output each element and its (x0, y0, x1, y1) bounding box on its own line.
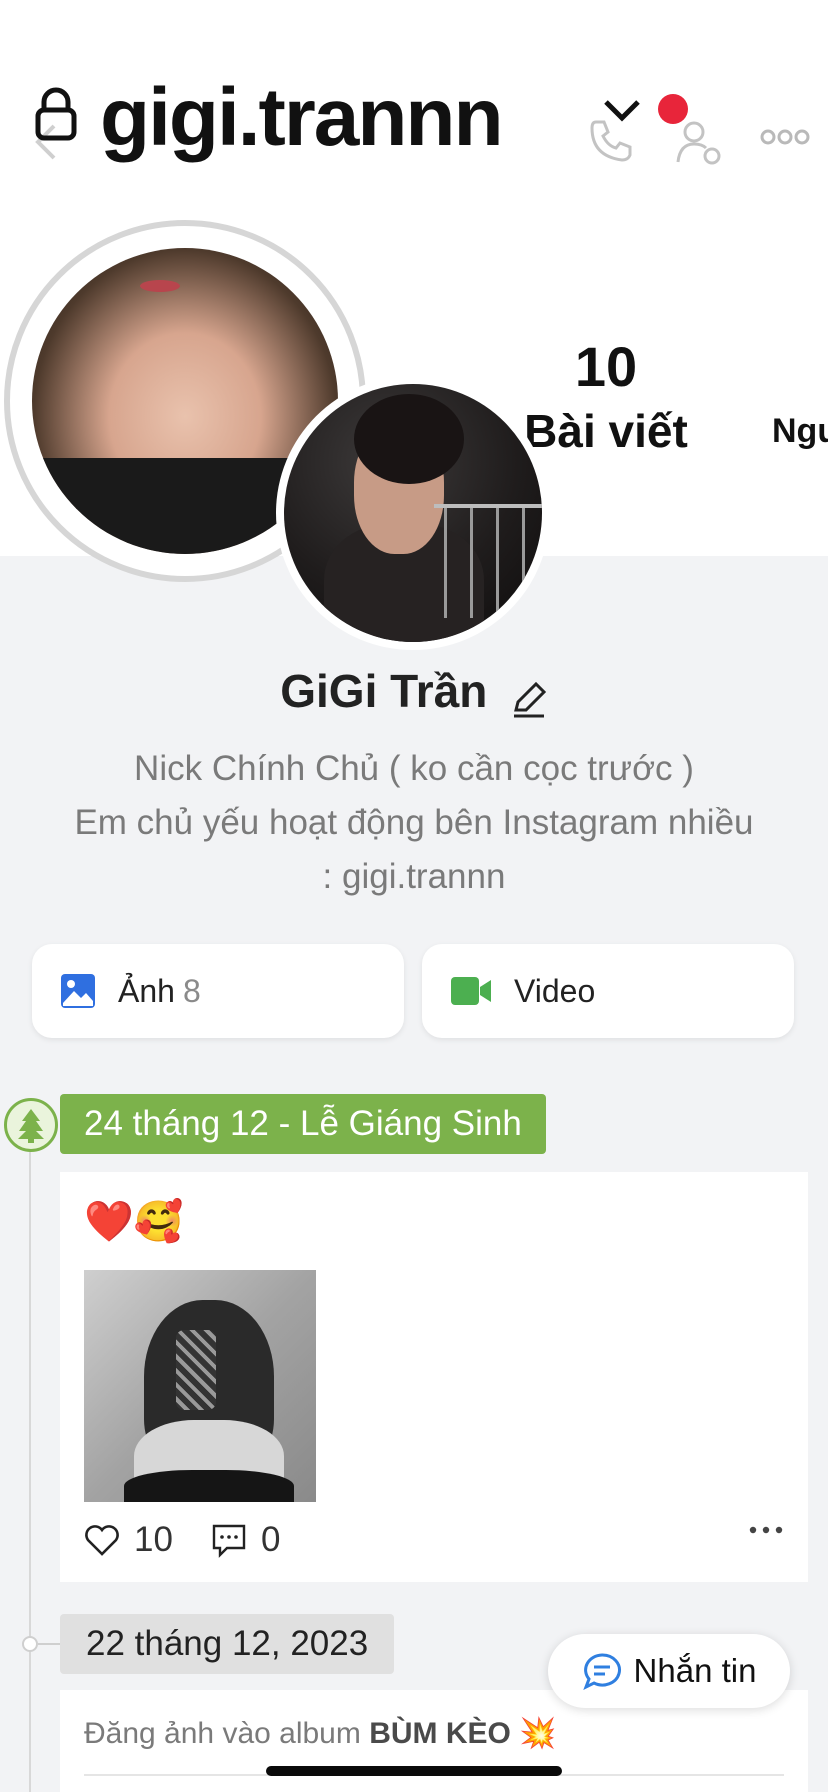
video-icon (451, 977, 491, 1005)
timeline-line (29, 1120, 31, 1792)
bio-line: Em chủ yếu hoạt động bên Instagram nhiều (74, 803, 754, 842)
videos-button[interactable]: Video (422, 944, 794, 1038)
event-label: 24 tháng 12 - Lễ Giáng Sinh (60, 1094, 546, 1154)
post-actions: 10 0 (84, 1518, 784, 1562)
timeline-connector (38, 1643, 60, 1645)
bio-line: Nick Chính Chủ ( ko cần cọc trước ) (134, 749, 694, 788)
timeline-dot (22, 1636, 38, 1652)
home-indicator (266, 1766, 562, 1776)
message-button[interactable]: Nhắn tin (548, 1634, 790, 1708)
videos-label: Video (514, 972, 596, 1009)
profile-name-row: GiGi Trần (0, 664, 828, 718)
more-icon[interactable] (760, 126, 810, 148)
user-settings-icon[interactable] (676, 118, 724, 166)
edit-icon[interactable] (510, 680, 548, 718)
post-caption: ❤️🥰 (84, 1200, 184, 1244)
photo-icon (61, 974, 95, 1008)
album-name[interactable]: BÙM KÈO (369, 1717, 511, 1750)
lock-icon (35, 87, 77, 141)
photos-count: 8 (182, 972, 201, 1009)
heart-icon[interactable] (84, 1522, 120, 1558)
message-button-label: Nhắn tin (633, 1652, 757, 1689)
bio-line: : gigi.trannn (322, 857, 506, 896)
photos-label: Ảnh (118, 972, 175, 1009)
album-post-text: Đăng ảnh vào album BÙM KÈO 💥 (84, 1716, 557, 1751)
posts-count[interactable]: 10 (506, 334, 706, 399)
post-more-icon[interactable] (748, 1524, 784, 1536)
christmas-tree-icon (4, 1098, 58, 1152)
likes-count[interactable]: 10 (134, 1520, 173, 1560)
followers-label[interactable]: Ngư (772, 412, 828, 451)
chat-icon (582, 1653, 621, 1690)
post-photo[interactable] (84, 1270, 316, 1502)
post-card[interactable]: ❤️🥰 10 0 (60, 1172, 808, 1582)
profile-name: GiGi Trần (280, 665, 488, 717)
top-bar: gigi.trannn (0, 60, 828, 170)
album-emoji: 💥 (519, 1717, 557, 1750)
date-label: 22 tháng 12, 2023 (60, 1614, 395, 1674)
phone-icon[interactable] (588, 118, 632, 162)
album-post-prefix: Đăng ảnh vào album (84, 1717, 361, 1750)
comment-icon[interactable] (211, 1522, 247, 1558)
profile-bio: Nick Chính Chủ ( ko cần cọc trước ) Em c… (20, 742, 808, 904)
comments-count[interactable]: 0 (261, 1520, 280, 1560)
avatar-image (284, 384, 542, 642)
avatar[interactable] (276, 376, 550, 650)
username-title[interactable]: gigi.trannn (100, 68, 504, 168)
photos-button[interactable]: Ảnh 8 (32, 944, 404, 1038)
posts-label[interactable]: Bài viết (506, 404, 706, 458)
